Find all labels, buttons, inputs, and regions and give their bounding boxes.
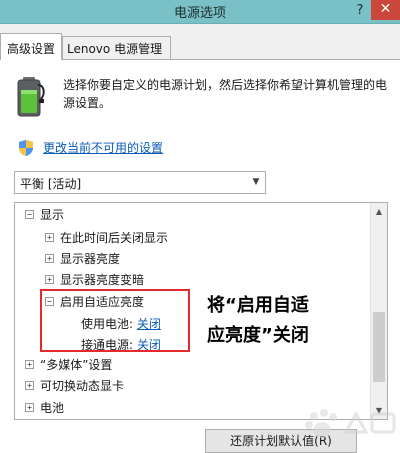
scroll-up-arrow-icon[interactable]: ▲ — [371, 203, 387, 220]
expand-icon[interactable]: + — [45, 254, 54, 263]
tab-advanced-settings[interactable]: 高级设置 — [0, 33, 63, 60]
tree-item-label: 可切换动态显卡 — [40, 379, 125, 393]
collapse-icon[interactable]: − — [25, 210, 34, 219]
tree-item-label: 显示器亮度变暗 — [60, 273, 145, 287]
close-button[interactable]: ✕ — [371, 0, 400, 20]
expand-icon[interactable]: + — [25, 403, 34, 412]
annotation-line-1: 将“启用自适 — [207, 295, 309, 316]
power-plan-select[interactable]: 平衡 [活动] ▼ — [14, 171, 266, 194]
tree-item-label: 显示器亮度 — [60, 252, 121, 266]
expand-icon[interactable]: + — [45, 275, 54, 284]
window-title: 电源选项 — [173, 6, 226, 21]
annotation-text: 将“启用自适 应亮度”关闭 — [207, 291, 367, 351]
title-bar: 电源选项 ? ✕ — [0, 0, 400, 24]
expand-icon[interactable]: + — [25, 360, 34, 369]
change-unavailable-settings-link[interactable]: 更改当前不可用的设置 — [43, 139, 163, 156]
vertical-scrollbar[interactable]: ▲ ▼ — [370, 203, 387, 419]
expand-icon[interactable]: + — [25, 381, 34, 390]
power-plan-value: 平衡 [活动] — [20, 177, 82, 191]
tree-item-label: 电池 — [40, 401, 65, 415]
help-button[interactable]: ? — [351, 2, 369, 20]
expand-icon[interactable]: + — [45, 233, 54, 242]
battery-icon — [17, 77, 45, 117]
scrollbar-thumb[interactable] — [373, 312, 385, 382]
description-text: 选择你要自定义的电源计划，然后选择你希望计算机管理的电源设置。 — [63, 78, 388, 110]
annotation-highlight-box — [40, 289, 190, 352]
chevron-down-icon[interactable]: ▼ — [247, 172, 265, 193]
tree-item-label: 在此时间后关闭显示 — [60, 231, 169, 245]
annotation-line-2: 应亮度”关闭 — [207, 325, 309, 346]
tree-item-label: “多媒体”设置 — [40, 358, 113, 372]
tab-lenovo-power[interactable]: Lenovo 电源管理 — [62, 36, 171, 59]
uac-shield-icon — [19, 140, 33, 156]
watermark-logo — [305, 409, 396, 438]
tree-item-label: 显示 — [40, 208, 65, 222]
